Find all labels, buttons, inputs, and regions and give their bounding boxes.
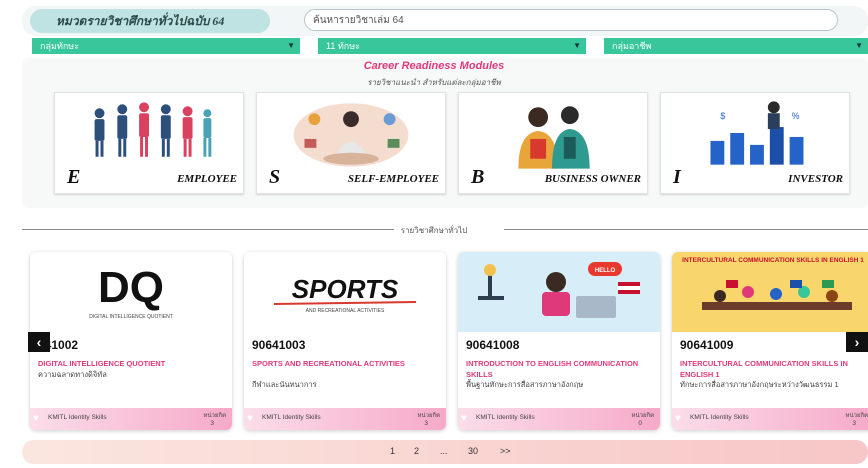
course-footer: ♥ KMITL Identity Skills หน่วยกิต 3 <box>672 408 868 430</box>
skill-group-label: กลุ่มทักษะ <box>40 41 80 51</box>
svg-text:$: $ <box>720 111 725 121</box>
modules-title: Career Readiness Modules <box>363 60 505 72</box>
course-desc: กีฬาและนันทนาการ <box>252 380 317 389</box>
chevron-down-icon: ▼ <box>855 41 863 50</box>
heart-icon[interactable]: ♥ <box>33 413 43 424</box>
course-desc: ทักษะการสื่อสารภาษาอังกฤษระหว่างวัฒนธรรม… <box>680 380 839 389</box>
credit-label: หน่วยกิต <box>203 413 226 419</box>
course-tag: KMITL Identity Skills <box>476 414 535 421</box>
credit-count: 3 <box>424 420 428 427</box>
course-tag: KMITL Identity Skills <box>48 414 107 421</box>
modules-subtitle: รายวิชาแนะนำ สำหรับแต่ละกลุ่มอาชีพ <box>367 78 501 87</box>
business-owner-illustration <box>518 106 590 169</box>
heart-icon[interactable]: ♥ <box>675 413 685 424</box>
heart-icon[interactable]: ♥ <box>247 413 257 424</box>
course-desc: พื้นฐานทักษะการสื่อสารภาษาอังกฤษ <box>466 380 584 389</box>
course-thumbnail-sports: SPORTS AND RECREATIONAL ACTIVITIES <box>244 252 446 332</box>
course-footer: ♥ KMITL Identity Skills หน่วยกิต 3 <box>244 408 446 430</box>
divider-right <box>504 229 868 230</box>
thumb-text: HELLO <box>595 268 616 274</box>
pagination: 1 2 ... 30 >> <box>22 440 868 464</box>
credit-label: หน่วยกิต <box>631 413 654 419</box>
course-thumbnail-english: HELLO <box>458 252 660 332</box>
filter-bar: กลุ่มทักษะ ▼ 11 ทักษะ ▼ กลุ่มอาชีพ ▼ <box>32 38 868 54</box>
module-letter: B <box>471 166 485 188</box>
chevron-down-icon: ▼ <box>573 41 581 50</box>
skills-label: 11 ทักษะ <box>326 41 360 51</box>
course-footer: ♥ KMITL Identity Skills หน่วยกิต 0 <box>458 408 660 430</box>
module-card-self-employee[interactable]: S SELF-EMPLOYEE <box>256 92 446 194</box>
course-code: 90641009 <box>680 338 734 352</box>
credit-label: หน่วยกิต <box>845 413 868 419</box>
chevron-down-icon: ▼ <box>287 41 295 50</box>
course-title: SPORTS AND RECREATIONAL ACTIVITIES <box>252 359 405 368</box>
module-letter: E <box>67 166 81 188</box>
heart-icon[interactable]: ♥ <box>461 413 471 424</box>
course-code: 90641003 <box>252 338 306 352</box>
credit-count: 3 <box>852 420 856 427</box>
course-desc: ความฉลาดทางดิจิทัล <box>38 370 107 379</box>
course-card[interactable]: SPORTS AND RECREATIONAL ACTIVITIES 90641… <box>244 252 446 430</box>
course-title: DIGITAL INTELLIGENCE QUOTIENT <box>38 359 166 368</box>
skills-select[interactable]: 11 ทักษะ ▼ <box>318 38 586 54</box>
page-link[interactable]: 2 <box>414 446 419 456</box>
thumb-text: SPORTS <box>292 274 399 304</box>
carousel-next-button[interactable]: › <box>846 332 868 352</box>
module-card-investor[interactable]: % $ I INVESTOR <box>660 92 850 194</box>
course-title: INTRODUCTION TO ENGLISH COMMUNICATION SK… <box>466 359 639 379</box>
module-letter: S <box>269 166 281 188</box>
course-card[interactable]: HELLO 90641008 INTRODUCTION TO ENGLISH C… <box>458 252 660 430</box>
page-link[interactable]: 1 <box>390 446 395 456</box>
next-pages-button[interactable]: >> <box>500 446 511 456</box>
page-link[interactable]: 30 <box>468 446 478 456</box>
course-footer: ♥ KMITL Identity Skills หน่วยกิต 3 <box>30 408 232 430</box>
skill-group-select[interactable]: กลุ่มทักษะ ▼ <box>32 38 300 54</box>
module-label: INVESTOR <box>788 173 843 185</box>
thumb-caption: AND RECREATIONAL ACTIVITIES <box>306 308 385 314</box>
section-label: รายวิชาศึกษาทั่วไป <box>400 226 468 235</box>
thumb-text: INTERCULTURAL COMMUNICATION SKILLS IN EN… <box>682 257 864 264</box>
module-card-employee[interactable]: E EMPLOYEE <box>54 92 244 194</box>
employees-illustration <box>94 102 212 157</box>
course-thumbnail-dq: DQ DIGITAL INTELLIGENCE QUOTIENT <box>30 252 232 332</box>
credit-count: 3 <box>210 420 214 427</box>
thumb-caption: DIGITAL INTELLIGENCE QUOTIENT <box>89 314 173 320</box>
investor-illustration: % $ <box>710 101 804 165</box>
course-thumbnail-intercultural: INTERCULTURAL COMMUNICATION SKILLS IN EN… <box>672 252 868 332</box>
page-ellipsis: ... <box>440 446 448 456</box>
course-tag: KMITL Identity Skills <box>690 414 749 421</box>
credit-count: 0 <box>638 420 642 427</box>
module-letter: I <box>673 166 681 188</box>
course-card[interactable]: INTERCULTURAL COMMUNICATION SKILLS IN EN… <box>672 252 868 430</box>
career-group-select[interactable]: กลุ่มอาชีพ ▼ <box>604 38 868 54</box>
svg-text:%: % <box>792 111 800 121</box>
self-employee-illustration <box>293 103 409 167</box>
carousel-prev-button[interactable]: ‹ <box>28 332 50 352</box>
module-label: BUSINESS OWNER <box>544 173 641 185</box>
course-title: INTERCULTURAL COMMUNICATION SKILLS IN EN… <box>680 359 848 379</box>
credit-label: หน่วยกิต <box>417 413 440 419</box>
category-title: หมวดรายวิชาศึกษาทั่วไปฉบับ 64 <box>30 9 270 33</box>
course-card[interactable]: DQ DIGITAL INTELLIGENCE QUOTIENT 641002 … <box>30 252 232 430</box>
module-label: EMPLOYEE <box>177 173 237 185</box>
career-group-label: กลุ่มอาชีพ <box>612 41 652 51</box>
module-card-business-owner[interactable]: B BUSINESS OWNER <box>458 92 648 194</box>
course-tag: KMITL Identity Skills <box>262 414 321 421</box>
thumb-text: DQ <box>98 263 164 312</box>
course-code: 90641008 <box>466 338 520 352</box>
module-label: SELF-EMPLOYEE <box>347 173 439 185</box>
search-input[interactable] <box>304 9 838 31</box>
